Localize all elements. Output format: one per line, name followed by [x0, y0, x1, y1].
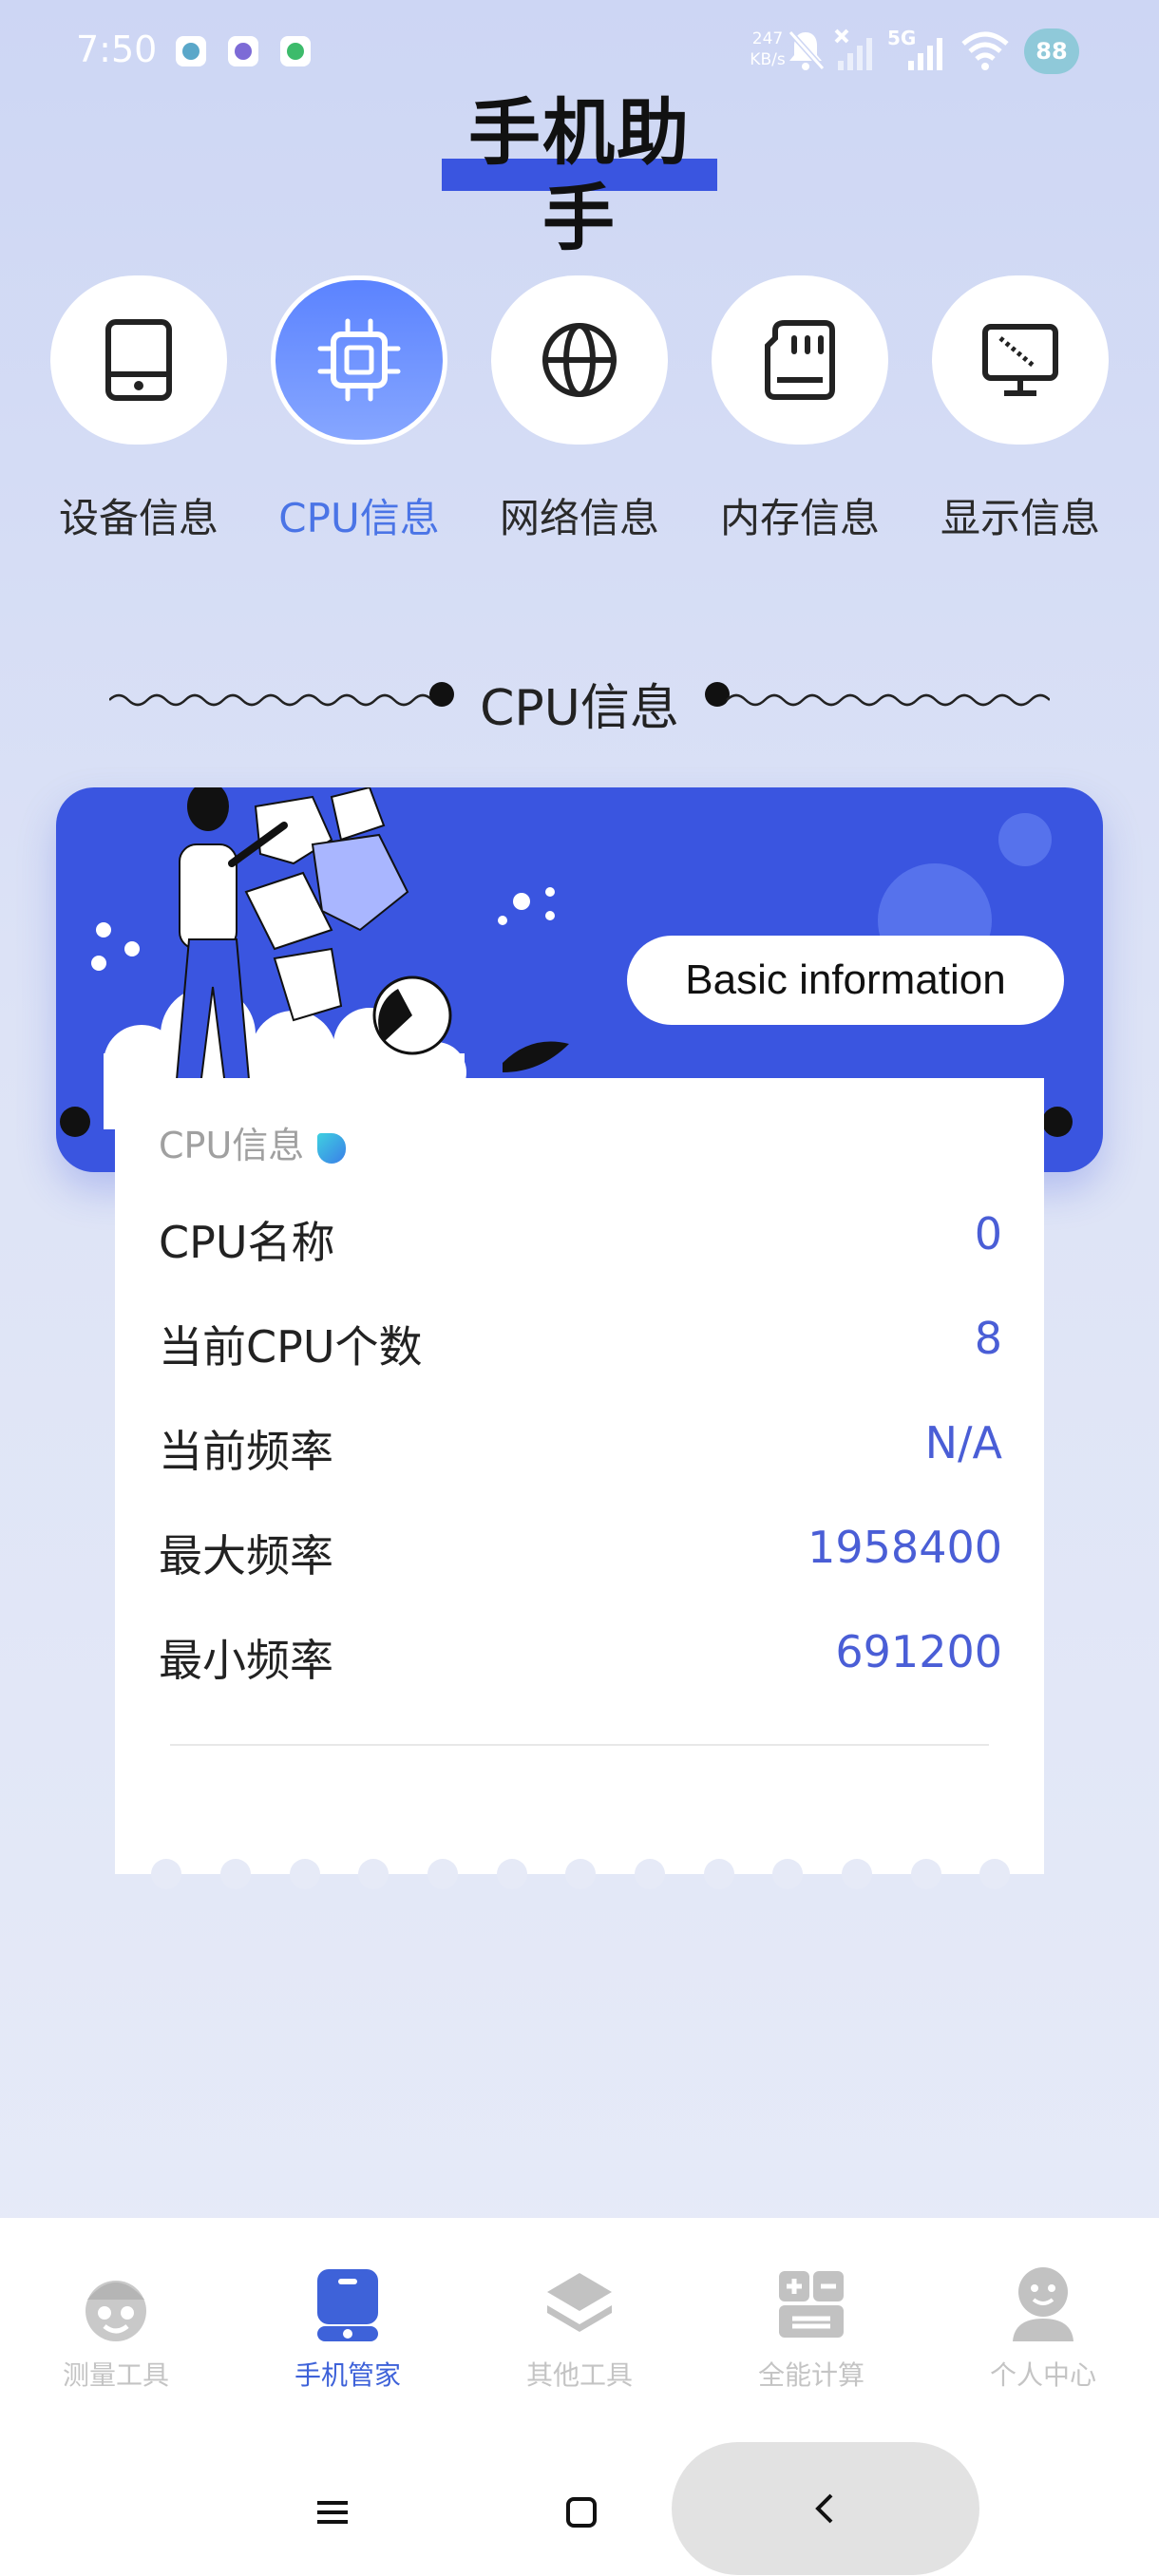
bottom-navigation: 测量工具 手机管家 其他工具 全能计算 个人中心: [0, 2218, 1159, 2455]
nav-phone-manager[interactable]: 手机管家: [253, 2263, 443, 2393]
monitor-icon: [982, 324, 1058, 396]
category-memory-info[interactable]: 内存信息: [712, 275, 888, 544]
nav-label: 其他工具: [525, 2359, 633, 2391]
section-heading: CPU信息: [109, 660, 1050, 737]
nav-calculator[interactable]: 全能计算: [716, 2263, 906, 2393]
chevron-left-icon: [815, 2493, 833, 2524]
category-display-info[interactable]: 显示信息: [932, 275, 1109, 544]
info-row-min-freq: 最小频率 691200: [159, 1626, 1002, 1693]
info-row-cpu-count: 当前CPU个数 8: [159, 1313, 1002, 1379]
cpu-info-card: CPU信息 CPU名称 0 当前CPU个数 8 当前频率 N/A 最大频率 19…: [115, 1078, 1044, 1889]
app-title: 手机助手: [442, 90, 717, 260]
layers-icon: [547, 2273, 612, 2332]
phone-manager-icon: [317, 2269, 378, 2341]
category-label: 设备信息: [58, 495, 218, 541]
tablet-icon: [105, 319, 172, 401]
basic-information-button[interactable]: Basic information: [627, 936, 1064, 1025]
signal-icon: [908, 38, 942, 70]
nav-label: 手机管家: [294, 2359, 401, 2391]
info-value: 1958400: [808, 1522, 1002, 1573]
category-label: 网络信息: [499, 495, 659, 541]
battery-icon: 88: [1024, 28, 1079, 74]
nav-other-tools[interactable]: 其他工具: [484, 2263, 674, 2393]
info-value: N/A: [924, 1417, 1002, 1468]
back-button[interactable]: [672, 2442, 979, 2575]
category-label: CPU信息: [278, 495, 440, 541]
info-value: 8: [974, 1313, 1002, 1364]
menu-icon[interactable]: [314, 2493, 352, 2531]
home-icon[interactable]: [562, 2493, 600, 2531]
info-row-current-freq: 当前频率 N/A: [159, 1417, 1002, 1484]
app-title-text: 手机助手: [468, 90, 691, 260]
category-cpu-info[interactable]: CPU信息: [271, 275, 447, 544]
sd-card-icon: [765, 320, 835, 400]
info-key: 当前频率: [159, 1426, 333, 1477]
info-row-cpu-name: CPU名称 0: [159, 1208, 1002, 1275]
app-notification-icon: [280, 36, 311, 66]
card-scallop-edge: [151, 1859, 1010, 1889]
nav-label: 测量工具: [62, 2359, 169, 2391]
info-value: 0: [974, 1208, 1002, 1260]
calculator-icon: [779, 2271, 844, 2338]
category-network-info[interactable]: 网络信息: [491, 275, 668, 544]
category-label: 显示信息: [940, 495, 1100, 541]
card-divider: [170, 1744, 989, 1746]
nav-personal-center[interactable]: 个人中心: [948, 2263, 1138, 2393]
category-label: 内存信息: [719, 495, 880, 541]
measure-icon: [86, 2281, 146, 2341]
leaf-badge-icon: [317, 1132, 347, 1164]
card-header: CPU信息: [159, 1116, 347, 1168]
person-icon: [1013, 2267, 1074, 2341]
app-notification-icon: [228, 36, 258, 66]
info-key: 最小频率: [159, 1635, 333, 1686]
nav-label: 全能计算: [757, 2359, 864, 2391]
card-header-label: CPU信息: [159, 1125, 305, 1166]
globe-icon: [542, 323, 617, 397]
info-key: 最大频率: [159, 1530, 333, 1582]
wifi-icon: [961, 31, 1009, 70]
info-key: 当前CPU个数: [159, 1321, 423, 1373]
app-notification-icon: [176, 36, 206, 66]
no-signal-icon: [834, 28, 872, 70]
cpu-chip-icon: [317, 318, 401, 402]
status-bar: 7:50 247 KB/s 5G 88: [0, 0, 1159, 104]
mute-icon: [788, 29, 826, 71]
system-navigation-bar: [0, 2442, 1159, 2576]
nav-label: 个人中心: [989, 2359, 1096, 2391]
info-value: 691200: [835, 1626, 1002, 1677]
info-row-max-freq: 最大频率 1958400: [159, 1522, 1002, 1588]
wave-divider-right: [705, 682, 1050, 707]
category-device-info[interactable]: 设备信息: [50, 275, 227, 544]
nav-measure-tools[interactable]: 测量工具: [21, 2263, 211, 2393]
info-key: CPU名称: [159, 1217, 335, 1268]
status-time: 7:50: [76, 28, 158, 70]
